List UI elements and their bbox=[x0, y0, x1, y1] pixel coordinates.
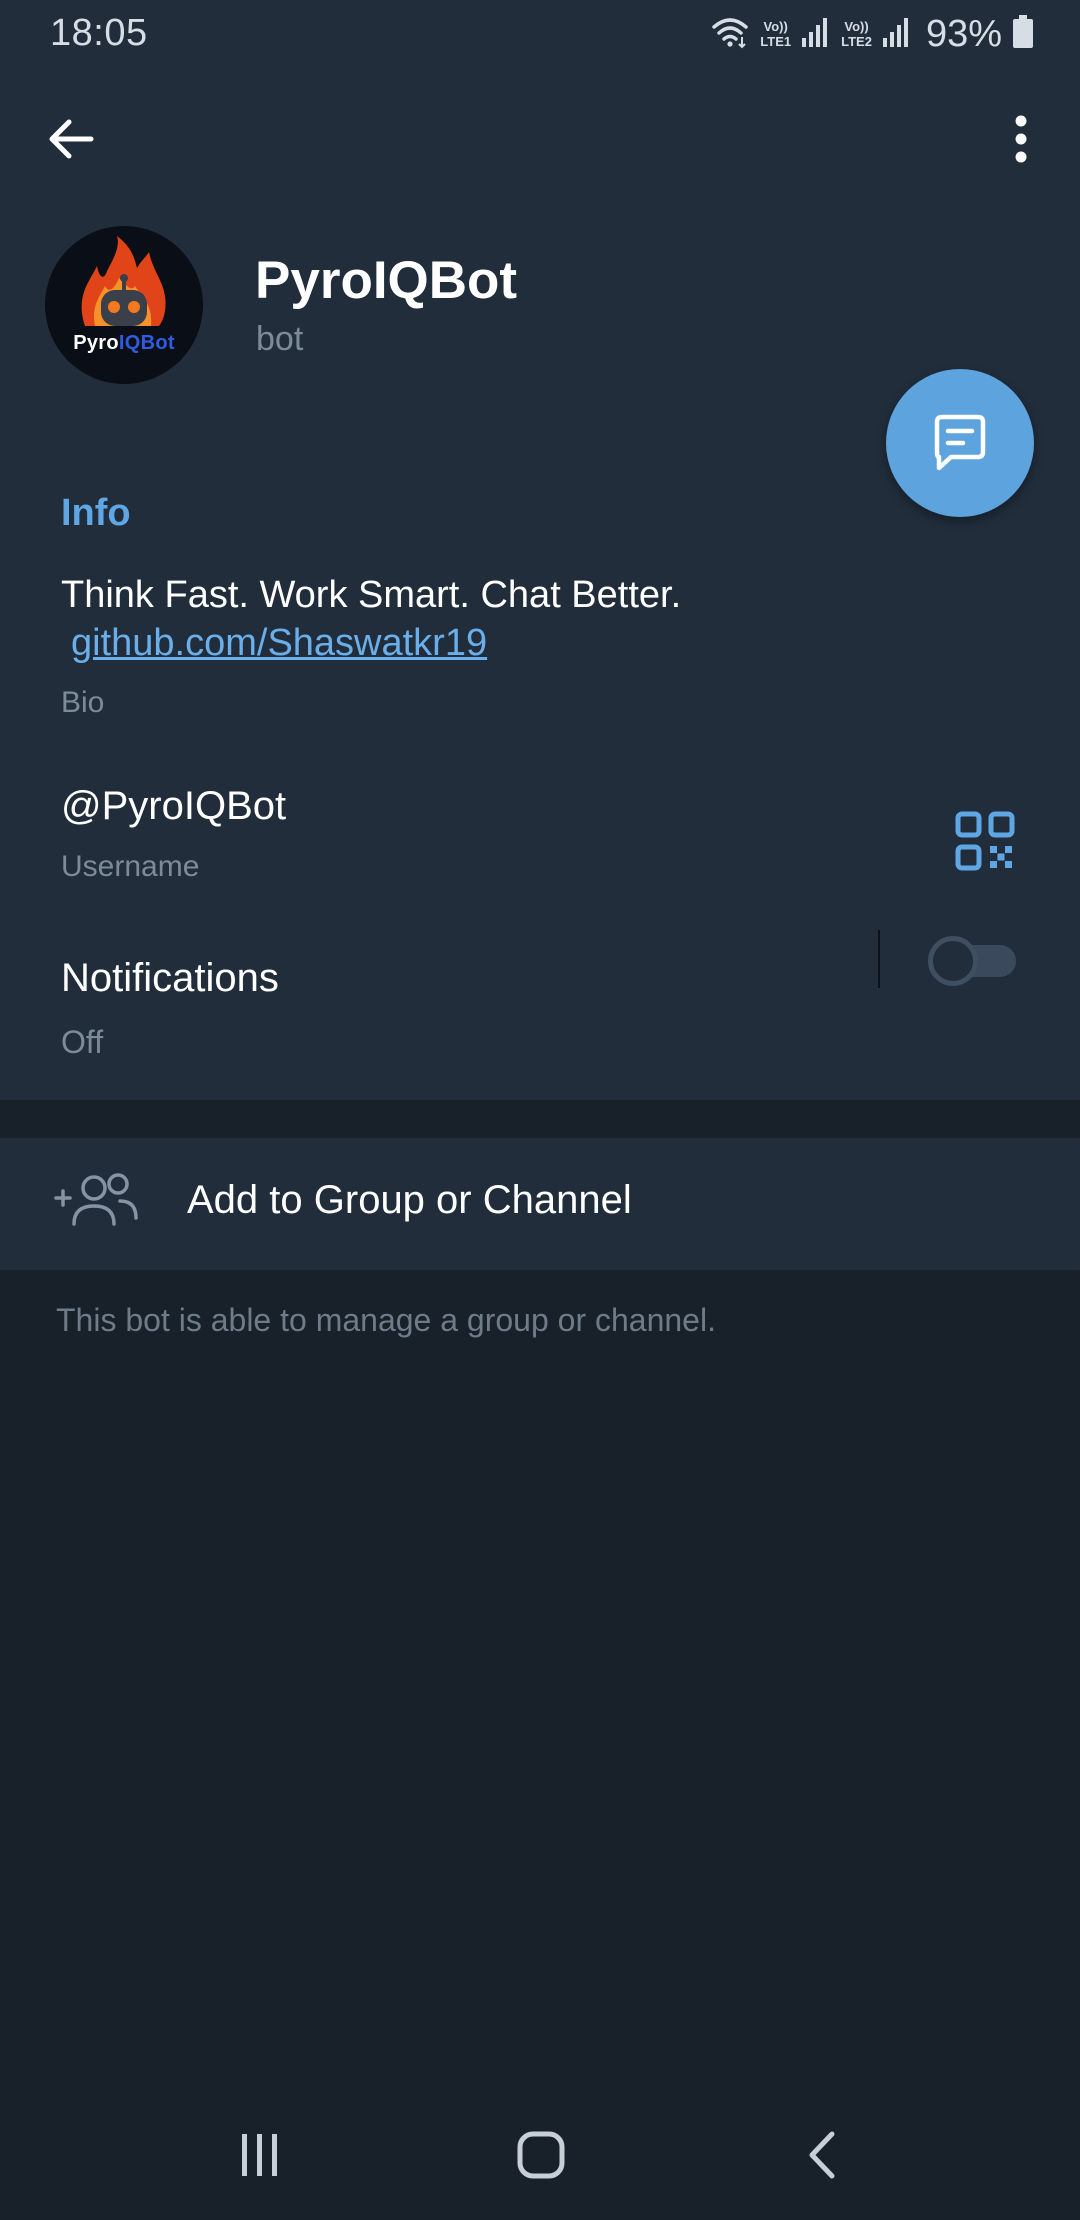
home-icon bbox=[517, 2131, 565, 2179]
flame-robot-logo bbox=[81, 236, 166, 326]
qr-code-icon bbox=[955, 811, 1015, 871]
notifications-value: Off bbox=[61, 1024, 104, 1060]
status-bar: 18:05 Vo)) LTE1 Vo)) LTE2 93% bbox=[0, 0, 1080, 70]
add-users-icon bbox=[54, 1173, 138, 1226]
sim2-label-top: Vo)) bbox=[844, 19, 869, 34]
battery-percent: 93% bbox=[925, 12, 1002, 55]
sim1-label: Vo)) LTE1 bbox=[760, 19, 791, 49]
wifi-icon bbox=[710, 15, 750, 54]
avatar-wordmark: PyroIQBot bbox=[45, 332, 203, 355]
username-value: @PyroIQBot bbox=[61, 784, 287, 828]
status-icons: Vo)) LTE1 Vo)) LTE2 93% bbox=[710, 12, 1034, 56]
signal-icon bbox=[801, 16, 831, 53]
add-to-group-label: Add to Group or Channel bbox=[187, 1178, 632, 1222]
notifications-toggle[interactable] bbox=[928, 936, 1016, 986]
avatar-wordmark-b: IQBot bbox=[118, 332, 175, 354]
system-back-button[interactable] bbox=[782, 2120, 862, 2190]
notifications-divider bbox=[878, 930, 880, 988]
info-section: Info Think Fast. Work Smart. Chat Better… bbox=[0, 442, 1080, 1100]
notifications-row[interactable]: Notifications Off bbox=[0, 932, 1080, 1100]
message-icon bbox=[934, 414, 986, 471]
add-to-group-button[interactable]: Add to Group or Channel bbox=[0, 1138, 1080, 1270]
more-options-button[interactable] bbox=[988, 106, 1054, 172]
toggle-knob bbox=[928, 936, 978, 986]
sim2-label-bottom: LTE2 bbox=[841, 34, 872, 49]
profile-name: PyroIQBot bbox=[255, 251, 518, 310]
back-button[interactable] bbox=[38, 106, 104, 172]
info-title: Info bbox=[61, 492, 131, 534]
battery-icon bbox=[1012, 14, 1034, 54]
more-vertical-icon bbox=[1015, 115, 1027, 163]
sim2-label: Vo)) LTE2 bbox=[841, 19, 872, 49]
recents-icon bbox=[242, 2134, 277, 2176]
recents-button[interactable] bbox=[220, 2120, 300, 2190]
status-time: 18:05 bbox=[50, 12, 148, 54]
notifications-title: Notifications bbox=[61, 956, 279, 1000]
qr-code-button[interactable] bbox=[954, 810, 1016, 872]
bio-link[interactable]: github.com/Shaswatkr19 bbox=[71, 622, 487, 665]
sim1-label-bottom: LTE1 bbox=[760, 34, 792, 49]
avatar-wordmark-a: Pyro bbox=[73, 332, 119, 354]
signal-icon bbox=[882, 16, 912, 53]
profile-status: bot bbox=[256, 320, 304, 358]
bio-label: Bio bbox=[61, 686, 105, 719]
system-nav-bar bbox=[0, 2100, 1080, 2220]
send-message-button[interactable] bbox=[886, 369, 1034, 517]
username-row[interactable]: @PyroIQBot Username bbox=[0, 760, 1080, 920]
bio-text: Think Fast. Work Smart. Chat Better. bbox=[61, 574, 682, 616]
arrow-left-icon bbox=[49, 119, 94, 159]
back-chevron-icon bbox=[809, 2131, 835, 2179]
sim1-label-top: Vo)) bbox=[763, 19, 788, 34]
username-label: Username bbox=[61, 850, 200, 883]
home-button[interactable] bbox=[501, 2120, 581, 2190]
avatar[interactable]: PyroIQBot bbox=[45, 226, 203, 384]
add-to-group-note: This bot is able to manage a group or ch… bbox=[56, 1302, 716, 1338]
